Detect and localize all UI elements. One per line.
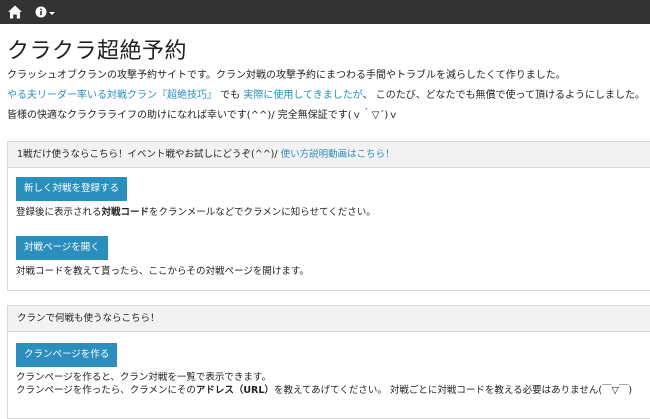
chevron-down-icon [49,11,55,15]
register-war-button[interactable]: 新しく対戦を登録する [16,177,128,201]
clan-page-description-2: クランページを作ったら、クラメンにそのアドレス（URL）を教えてあげてください。… [16,382,632,396]
usage-history-link[interactable]: 実際に使用してきましたが [243,90,362,101]
info-circle-icon [35,6,47,18]
tutorial-video-link[interactable]: 使い方説明動画はこちら！ [281,149,395,160]
intro-line-3: 皆様の快適なクラクラライフの助けになれば幸いです(^^)/ 完全無保証です(ｖ｀… [7,110,399,121]
intro-line-1: クラッシュオブクランの攻撃予約サイトです。クラン対戦の攻撃予約にまつわる手間やト… [7,70,566,81]
register-desc-pre: 登録後に表示される [16,207,102,218]
clan-desc-post: を教えてあげてください。 対戦ごとに対戦コードを教える必要はありません(￣▽￣) [273,385,633,396]
clan-page-description-1: クランページを作ると、クラン対戦を一覧で表示できます。 [16,372,271,383]
clan-panel: クランで何戦も使うならこちら！ クランページを作る クランページを作ると、クラン… [7,305,650,419]
create-clan-page-button[interactable]: クランページを作る [16,343,118,367]
top-navbar [0,0,650,24]
register-war-description: 登録後に表示される対戦コードをクランメールなどでクラメンに知らせてください。 [16,204,376,218]
page-title: クラクラ超絶予約 [7,39,188,64]
open-war-page-button[interactable]: 対戦ページを開く [16,236,108,260]
single-war-panel-header: 1戦だけ使うならこちら！イベント戦やお試しにどうぞ(^^)/ 使い方説明動画はこ… [8,142,650,168]
info-menu-dropdown[interactable] [35,4,55,20]
clan-desc-pre: クランページを作ったら、クラメンにその [16,385,196,396]
clan-panel-header: クランで何戦も使うならこちら！ [8,306,650,332]
single-war-header-text: 1戦だけ使うならこちら！イベント戦やお試しにどうぞ(^^)/ [17,149,281,160]
intro-line-2-mid: でも [217,90,244,101]
register-desc-post: をクランメールなどでクラメンに知らせてください。 [149,207,376,218]
intro-line-2: やる夫リーダー率いる対戦クラン『超絶技巧』 でも 実際に使用してきましたが、 こ… [7,86,645,101]
open-war-description: 対戦コードを教えて貰ったら、ここからその対戦ページを開けます。 [16,266,309,277]
register-desc-bold: 対戦コード [101,207,150,218]
intro-line-2-end: 、 このたび、どなたでも無償で使って頂けるようにしました。 [362,90,646,101]
single-war-panel: 1戦だけ使うならこちら！イベント戦やお試しにどうぞ(^^)/ 使い方説明動画はこ… [7,141,650,291]
clan-desc-bold: アドレス（URL） [195,385,274,396]
clan-link[interactable]: やる夫リーダー率いる対戦クラン『超絶技巧』 [7,90,217,101]
home-icon[interactable] [7,4,23,20]
